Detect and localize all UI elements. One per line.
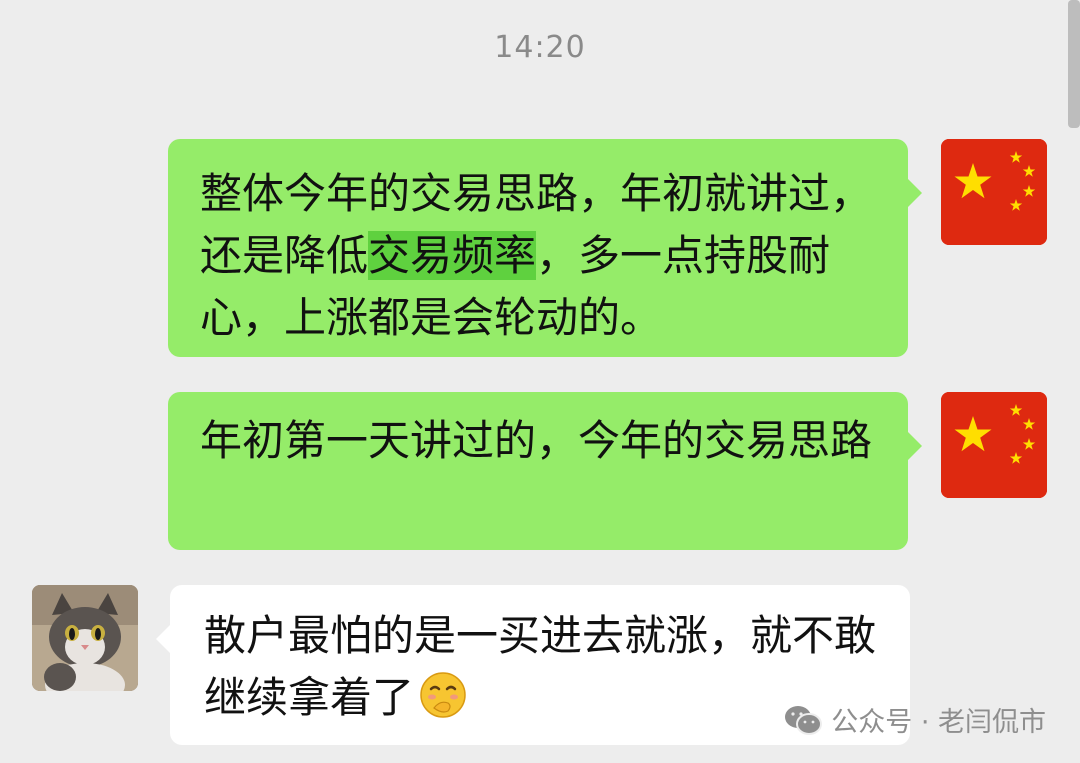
cat-avatar-icon <box>32 585 138 691</box>
china-flag-icon <box>941 139 1047 245</box>
message-text: 散户最怕的是一买进去就涨，就不敢继续拿着了 <box>204 611 877 722</box>
china-flag-icon <box>941 392 1047 498</box>
message-text: 年初第一天讲过的，今年的交易思路 <box>200 416 873 465</box>
watermark-text: 公众号 · 老闫侃市 <box>831 707 1046 738</box>
message-bubble-self[interactable]: 整体今年的交易思路，年初就讲过，还是降低交易频率，多一点持股耐心，上涨都是会轮动… <box>168 139 922 357</box>
shy-face-emoji <box>420 672 466 718</box>
sender-avatar[interactable] <box>941 392 1047 498</box>
watermark: 公众号 · 老闫侃市 <box>783 700 1046 739</box>
wechat-icon <box>785 705 823 735</box>
message-bubble-self[interactable]: 年初第一天讲过的，今年的交易思路 <box>168 392 922 550</box>
message-timestamp: 14:20 <box>494 30 586 65</box>
highlighted-text: 交易频率 <box>368 231 537 280</box>
contact-avatar[interactable] <box>32 585 138 691</box>
sender-avatar[interactable] <box>941 139 1047 245</box>
